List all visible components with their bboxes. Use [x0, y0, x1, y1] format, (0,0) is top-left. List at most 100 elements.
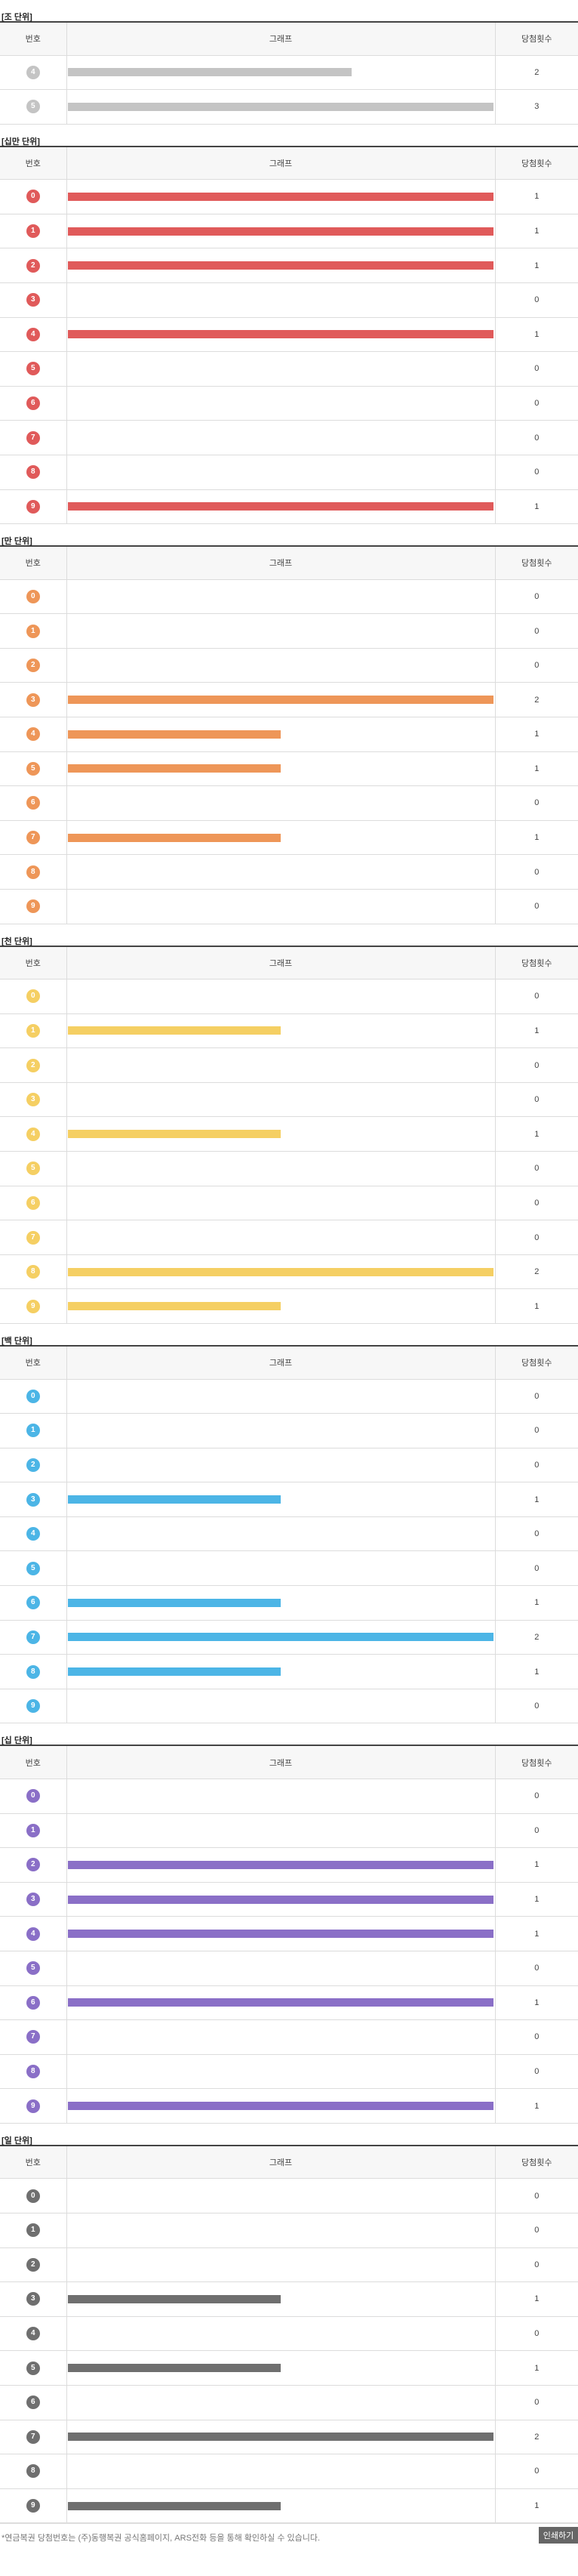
section-title: [십 단위]: [2, 1736, 32, 1746]
num-cell: 1: [0, 1013, 67, 1049]
number-ball: 7: [26, 831, 40, 845]
graph-cell: [66, 1378, 496, 1414]
number-ball: 8: [26, 465, 40, 480]
stats-table: 번호 그래프 당첨횟수 4 2 5 3: [0, 21, 578, 125]
number-ball: 3: [26, 1492, 40, 1507]
number-ball: 2: [26, 1858, 40, 1872]
table-row: 41: [0, 717, 578, 752]
num-cell: 0: [0, 2178, 67, 2214]
num-cell: 7: [0, 420, 67, 455]
table-row: 42: [0, 54, 578, 91]
frequency-bar: [67, 261, 493, 270]
num-cell: 6: [0, 385, 67, 421]
num-cell: 5: [0, 751, 67, 787]
table-row: 51: [0, 2350, 578, 2386]
num-cell: 6: [0, 785, 67, 821]
num-cell: 1: [0, 1413, 67, 1448]
num-cell: 6: [0, 1185, 67, 1221]
number-ball: 6: [26, 1995, 40, 2010]
bar-track: [67, 68, 495, 77]
graph-cell: [66, 578, 496, 615]
graph-cell: [66, 717, 496, 752]
table-row: 10: [0, 613, 578, 649]
count-cell: 0: [494, 1220, 578, 1255]
graph-cell: [66, 1288, 496, 1324]
table-row: 31: [0, 2281, 578, 2317]
num-cell: 6: [0, 1985, 67, 2021]
count-cell: 1: [494, 1013, 578, 1049]
num-cell: 3: [0, 1881, 67, 1917]
num-cell: 1: [0, 213, 67, 249]
count-cell: 0: [494, 2247, 578, 2283]
num-cell: 7: [0, 1220, 67, 1255]
count-cell: 0: [494, 1151, 578, 1186]
graph-cell: [66, 2384, 496, 2420]
num-cell: 6: [0, 1585, 67, 1621]
graph-cell: [66, 1654, 496, 1689]
count-cell: 0: [494, 454, 578, 490]
stats-table: 번호 그래프 당첨횟수 0 0 1 0 2 0 3 1 4 0 5 0 6 1 7 2 8 1 9 0: [0, 1345, 578, 1724]
print-button[interactable]: 인쇄하기: [539, 2527, 578, 2544]
num-cell: 9: [0, 888, 67, 924]
header-num: 번호: [0, 946, 67, 980]
number-ball: 2: [26, 1458, 40, 1472]
bar-track: [67, 1633, 495, 1642]
graph-cell: [66, 1688, 496, 1724]
bar-track: [67, 296, 495, 304]
frequency-bar: [67, 764, 281, 773]
bar-track: [67, 1392, 495, 1400]
count-cell: 1: [494, 819, 578, 856]
header-row: 번호 그래프 당첨횟수: [0, 1345, 578, 1380]
bar-track: [67, 261, 495, 270]
frequency-bar: [67, 1860, 493, 1869]
table-row: 30: [0, 1081, 578, 1118]
bar-track: [67, 2192, 495, 2200]
table-row: 00: [0, 979, 578, 1014]
footer: *연금복권 당첨번호는 (주)동행복권 공식홈페이지, ARS전화 등을 통해 …: [0, 2523, 578, 2549]
number-ball: 7: [26, 1230, 40, 1245]
stats-table: 번호 그래프 당첨횟수 0 0 1 1 2 0 3 0 4 1 5 0 6 0 7 0 8 2 9 1: [0, 945, 578, 1324]
header-num: 번호: [0, 146, 67, 180]
frequency-bar: [67, 1026, 281, 1035]
graph-cell: [66, 2350, 496, 2386]
table-row: 80: [0, 454, 578, 490]
count-cell: 0: [494, 1185, 578, 1221]
graph-cell: [66, 2488, 496, 2524]
count-cell: 0: [494, 351, 578, 387]
graph-cell: [66, 785, 496, 821]
table-row: 10: [0, 1413, 578, 1448]
number-ball: 1: [26, 224, 40, 239]
table-row: 00: [0, 578, 578, 615]
table-row: 80: [0, 854, 578, 890]
table-row: 91: [0, 2488, 578, 2524]
num-cell: 5: [0, 1550, 67, 1587]
graph-cell: [66, 420, 496, 455]
count-cell: 1: [494, 717, 578, 752]
count-cell: 0: [494, 1081, 578, 1118]
table-row: 20: [0, 1447, 578, 1483]
header-row: 번호 그래프 당첨횟수: [0, 146, 578, 180]
count-cell: 0: [494, 613, 578, 649]
table-row: 00: [0, 1778, 578, 1814]
count-cell: 0: [494, 1812, 578, 1849]
section-il: [일 단위] 번호 그래프 당첨횟수 0 0 1 0 2 0 3 1 4 0 5 1 6 0 7 2 8 0 9 1: [0, 2124, 578, 2524]
number-ball: 4: [26, 2327, 40, 2341]
table-row: 30: [0, 282, 578, 318]
count-cell: 1: [494, 1288, 578, 1324]
number-ball: 6: [26, 2396, 40, 2410]
header-row: 번호 그래프 당첨횟수: [0, 1745, 578, 1779]
count-cell: 0: [494, 888, 578, 924]
number-ball: 9: [26, 499, 40, 514]
graph-cell: [66, 1550, 496, 1587]
number-ball: 4: [26, 1527, 40, 1541]
table-row: 21: [0, 1847, 578, 1883]
header-graph: 그래프: [66, 545, 496, 580]
number-ball: 8: [26, 2064, 40, 2078]
graph-cell: [66, 1185, 496, 1221]
num-cell: 2: [0, 248, 67, 283]
header-num: 번호: [0, 2145, 67, 2180]
count-cell: 0: [494, 1447, 578, 1483]
section-cheon: [천 단위] 번호 그래프 당첨횟수 0 0 1 1 2 0 3 0 4 1 5 0 6 0 7 0 8 2 9 1: [0, 924, 578, 1324]
graph-cell: [66, 2178, 496, 2214]
number-ball: 3: [26, 693, 40, 707]
